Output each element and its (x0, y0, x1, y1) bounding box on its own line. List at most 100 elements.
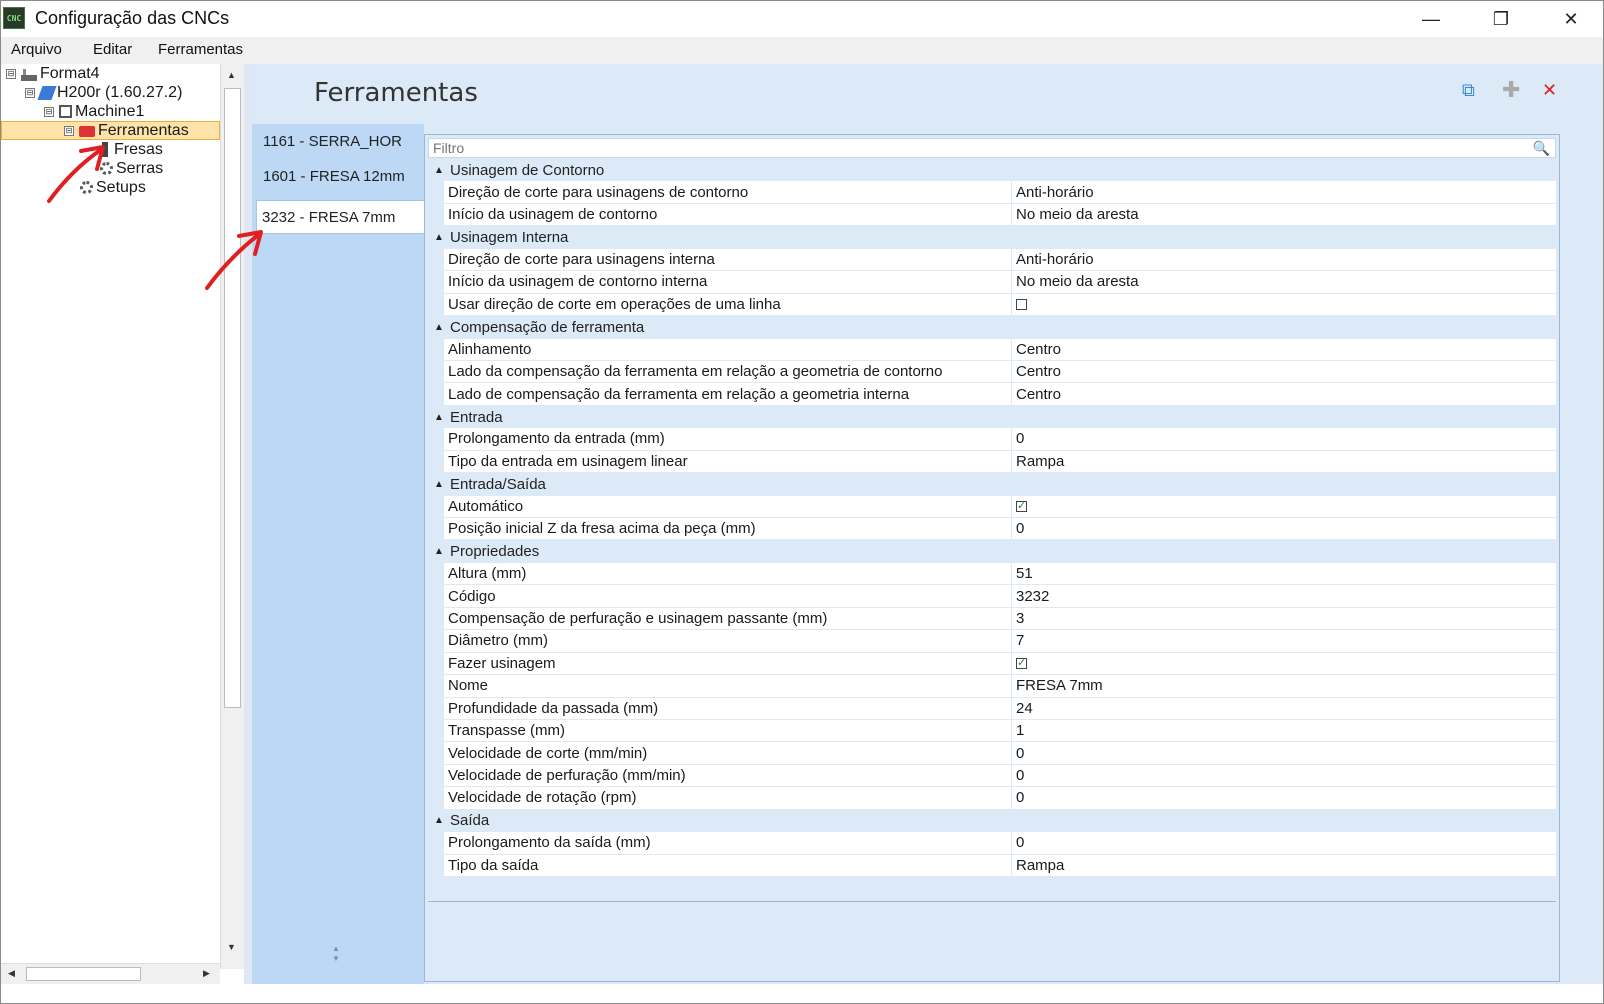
category-header[interactable]: ▲ Usinagem Interna (428, 226, 1556, 249)
property-value[interactable]: 0 (1012, 742, 1556, 765)
property-value[interactable]: 0 (1012, 518, 1556, 541)
collapse-caret-icon[interactable]: ▲ (428, 232, 450, 243)
tab-tool-3232[interactable]: 3232 - FRESA 7mm (256, 200, 424, 234)
property-row[interactable]: Tipo da saída Rampa (428, 854, 1556, 877)
tabs-scroll-icon[interactable]: ▲ ▼ (332, 944, 340, 964)
property-row[interactable]: Prolongamento da saída (mm) 0 (428, 832, 1556, 855)
property-row[interactable]: Velocidade de perfuração (mm/min) 0 (428, 764, 1556, 788)
property-value[interactable]: Rampa (1012, 451, 1556, 474)
collapse-icon[interactable]: ⊟ (25, 87, 35, 98)
property-row[interactable]: Profundidade da passada (mm) 24 (428, 697, 1556, 720)
collapse-caret-icon[interactable]: ▲ (428, 322, 450, 333)
property-row[interactable]: Posição inicial Z da fresa acima da peça… (428, 518, 1556, 541)
property-value[interactable]: No meio da aresta (1012, 271, 1556, 294)
property-value[interactable]: Rampa (1012, 855, 1556, 877)
property-row[interactable]: Altura (mm) 51 (428, 562, 1556, 586)
property-checkbox[interactable] (1016, 499, 1027, 512)
delete-button[interactable]: ✕ (1542, 80, 1557, 101)
scroll-thumb[interactable] (26, 967, 141, 981)
tree-node-ferramentas[interactable]: ⊟ Ferramentas (1, 121, 220, 140)
collapse-icon[interactable]: ⊟ (6, 68, 16, 79)
property-value[interactable]: 1 (1012, 720, 1556, 743)
property-value[interactable]: FRESA 7mm (1012, 675, 1556, 698)
scroll-thumb[interactable] (224, 88, 241, 708)
property-row[interactable]: Nome FRESA 7mm (428, 675, 1556, 698)
collapse-caret-icon[interactable]: ▲ (428, 479, 450, 490)
property-row[interactable]: Início da usinagem de contorno interna No… (428, 271, 1556, 294)
property-value[interactable]: Anti-horário (1012, 181, 1556, 204)
collapse-caret-icon[interactable]: ▲ (428, 815, 450, 826)
property-value[interactable] (1012, 294, 1556, 317)
property-value[interactable]: Centro (1012, 361, 1556, 384)
close-window-button[interactable]: ✕ (1541, 1, 1601, 37)
collapse-icon[interactable]: ⊟ (44, 106, 54, 117)
property-row[interactable]: Fazer usinagem (428, 652, 1556, 676)
property-value[interactable] (1012, 653, 1556, 676)
property-value[interactable]: 24 (1012, 698, 1556, 720)
property-row[interactable]: Automático (428, 495, 1556, 518)
collapse-caret-icon[interactable]: ▲ (428, 412, 450, 423)
category-header[interactable]: ▲ Entrada/Saída (428, 473, 1556, 496)
tree-horizontal-scrollbar[interactable]: ◀ ▶ (1, 963, 220, 984)
property-row[interactable]: Alinhamento Centro (428, 338, 1556, 361)
collapse-caret-icon[interactable]: ▲ (428, 165, 450, 176)
property-value[interactable] (1012, 496, 1556, 518)
property-value[interactable]: 51 (1012, 563, 1556, 586)
property-row[interactable]: Velocidade de rotação (rpm) 0 (428, 787, 1556, 810)
category-header[interactable]: ▲ Propriedades (428, 540, 1556, 563)
category-header[interactable]: ▲ Entrada (428, 405, 1556, 429)
scroll-right-icon[interactable]: ▶ (203, 968, 210, 979)
property-value[interactable]: 0 (1012, 765, 1556, 788)
minimize-button[interactable]: — (1401, 1, 1461, 37)
category-header[interactable]: ▲ Compensação de ferramenta (428, 316, 1556, 339)
filter-input[interactable] (429, 139, 1527, 157)
property-value[interactable]: 7 (1012, 630, 1556, 653)
property-row[interactable]: Transpasse (mm) 1 (428, 719, 1556, 743)
property-checkbox[interactable] (1016, 298, 1027, 310)
collapse-caret-icon[interactable]: ▲ (428, 546, 450, 557)
property-row[interactable]: Compensação de perfuração e usinagem pas… (428, 607, 1556, 631)
property-row[interactable]: Início da usinagem de contorno No meio da… (428, 203, 1556, 227)
collapse-icon[interactable]: ⊟ (64, 125, 74, 136)
tab-tool-1601[interactable]: 1601 - FRESA 12mm (258, 159, 424, 193)
property-value[interactable]: Centro (1012, 339, 1556, 361)
property-row[interactable]: Lado de compensação da ferramenta em rel… (428, 383, 1556, 406)
pane-splitter[interactable] (244, 64, 252, 984)
tab-tool-1161[interactable]: 1161 - SERRA_HOR (258, 124, 424, 158)
property-value[interactable]: 0 (1012, 832, 1556, 855)
tree-node-h200r[interactable]: ⊟ H200r (1.60.27.2) (25, 83, 182, 102)
property-row[interactable]: Lado da compensação da ferramenta em rel… (428, 360, 1556, 384)
property-value[interactable]: Centro (1012, 383, 1556, 406)
property-row[interactable]: Diâmetro (mm) 7 (428, 630, 1556, 653)
tree-node-format4[interactable]: ⊟ Format4 (6, 64, 100, 83)
property-value[interactable]: 0 (1012, 428, 1556, 451)
maximize-button[interactable]: ❐ (1471, 1, 1531, 37)
property-value[interactable]: 3232 (1012, 585, 1556, 608)
property-value[interactable]: 3 (1012, 608, 1556, 631)
property-row[interactable]: Direção de corte para usinagens interna A… (428, 248, 1556, 272)
scroll-up-icon[interactable]: ▲ (227, 70, 236, 80)
scroll-left-icon[interactable]: ◀ (8, 968, 15, 979)
add-button[interactable]: ✚ (1502, 77, 1520, 103)
tree-node-serras[interactable]: Serras (100, 159, 163, 178)
property-value[interactable]: No meio da aresta (1012, 204, 1556, 227)
property-row[interactable]: Prolongamento da entrada (mm) 0 (428, 428, 1556, 451)
property-value[interactable]: 0 (1012, 787, 1556, 810)
tree-node-fresas[interactable]: Fresas (98, 140, 163, 159)
property-row[interactable]: Código 3232 (428, 585, 1556, 608)
menu-editar[interactable]: Editar (93, 41, 132, 58)
menu-arquivo[interactable]: Arquivo (11, 41, 62, 58)
tree-node-setups[interactable]: Setups (80, 178, 146, 197)
property-checkbox[interactable] (1016, 656, 1027, 669)
search-icon[interactable]: 🔍 (1533, 140, 1550, 157)
menu-ferramentas[interactable]: Ferramentas (158, 41, 243, 58)
category-header[interactable]: ▲ Usinagem de Contorno (428, 159, 1556, 182)
tree-vertical-scrollbar[interactable]: ▲ ▼ (220, 64, 245, 969)
scroll-down-icon[interactable]: ▼ (227, 942, 236, 952)
property-row[interactable]: Tipo da entrada em usinagem linear Rampa (428, 450, 1556, 474)
category-header[interactable]: ▲ Saída (428, 809, 1556, 833)
property-row[interactable]: Usar direção de corte em operações de um… (428, 293, 1556, 317)
copy-button[interactable]: ⧉ (1462, 80, 1475, 101)
property-row[interactable]: Velocidade de corte (mm/min) 0 (428, 742, 1556, 765)
property-value[interactable]: Anti-horário (1012, 249, 1556, 272)
